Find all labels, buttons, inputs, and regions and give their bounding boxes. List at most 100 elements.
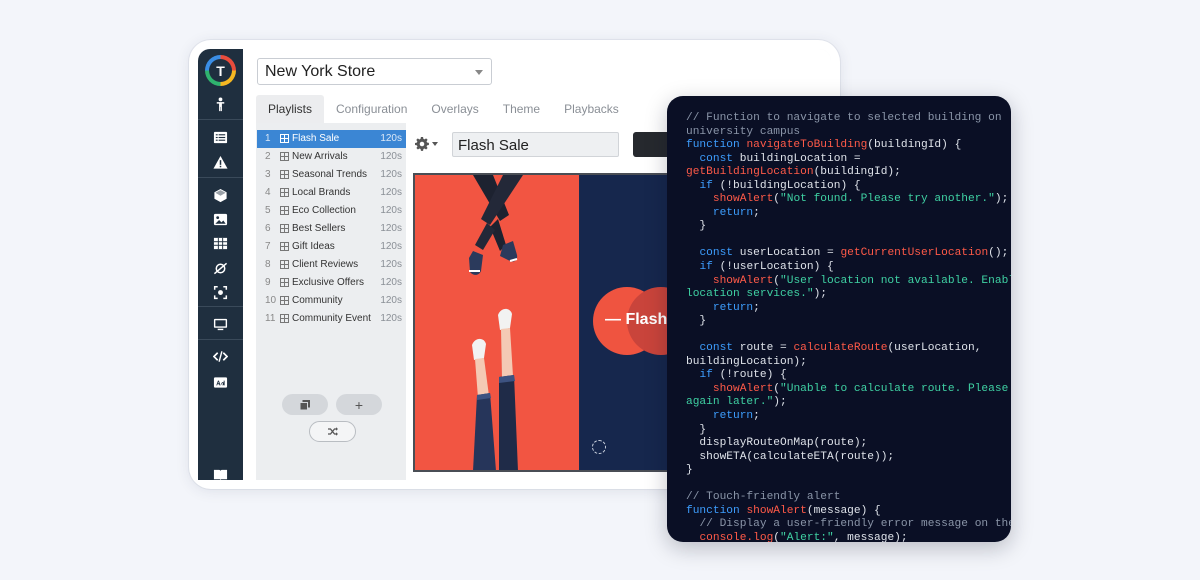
sneakers-image-top [469, 175, 523, 275]
duplicate-button[interactable] [282, 394, 328, 415]
code-token: route = [739, 342, 794, 355]
code-token: } [686, 220, 707, 233]
book-icon[interactable] [211, 465, 229, 480]
code-token: (); [988, 247, 1009, 260]
planet-icon[interactable] [211, 259, 229, 277]
playlist-row-number: 6 [265, 223, 271, 234]
code-icon[interactable] [211, 347, 229, 365]
add-playlist-button[interactable]: + [336, 394, 382, 415]
shuffle-icon [327, 427, 338, 436]
person-icon[interactable] [211, 95, 229, 113]
code-token: function [686, 504, 747, 517]
tab-theme[interactable]: Theme [491, 95, 552, 123]
code-token: const [699, 247, 740, 260]
grid-icon [280, 134, 289, 143]
code-line: if (!route) { [686, 369, 1011, 383]
playlist-row[interactable]: 10 Community 120s [257, 292, 406, 310]
preview-red-panel [415, 175, 580, 470]
code-line: console.log("Alert:", message); [686, 532, 1011, 542]
loading-icon [592, 440, 606, 454]
content-preview[interactable]: — Flash [413, 173, 673, 472]
code-line: return; [686, 207, 1011, 221]
image-icon[interactable] [211, 210, 229, 228]
sneakers-image-bottom [472, 308, 518, 470]
code-token: , message); [833, 531, 908, 542]
code-line: displayRouteOnMap(route); [686, 437, 1011, 451]
code-token: const [699, 342, 740, 355]
store-dropdown[interactable]: New York Store [257, 58, 492, 85]
playlist-row-name: Flash Sale [292, 133, 340, 144]
code-token: navigateToBuilding [746, 139, 868, 152]
scan-icon[interactable] [211, 283, 229, 301]
code-token: again later." [686, 396, 774, 409]
playlist-name-input[interactable]: Flash Sale [452, 132, 619, 157]
playlist-row[interactable]: 2 New Arrivals 120s [257, 148, 406, 166]
tab-playbacks[interactable]: Playbacks [552, 95, 631, 123]
playlist-row[interactable]: 6 Best Sellers 120s [257, 220, 406, 238]
playlist-row-number: 4 [265, 187, 271, 198]
sidebar: T [198, 49, 243, 480]
playlist-row-duration: 120s [380, 295, 402, 306]
plus-icon: + [354, 396, 364, 413]
code-token: showETA(calculateETA(route)); [686, 450, 895, 463]
playlist-row-number: 2 [265, 151, 271, 162]
code-line: const route = calculateRoute(userLocatio… [686, 342, 1011, 356]
app-logo[interactable]: T [205, 55, 236, 86]
alert-icon[interactable] [211, 153, 229, 171]
code-token: // Display a user-friendly error message… [699, 518, 1011, 531]
code-token: } [686, 464, 693, 477]
playlist-row-number: 10 [265, 295, 277, 306]
code-line: // Function to navigate to selected buil… [686, 112, 1011, 126]
code-token: (userLocation, [887, 342, 982, 355]
grid-icon [280, 152, 289, 161]
playlist-row[interactable]: 5 Eco Collection 120s [257, 202, 406, 220]
cube-icon[interactable] [211, 186, 229, 204]
grid-icon[interactable] [211, 234, 229, 252]
playlist-row[interactable]: 8 Client Reviews 120s [257, 256, 406, 274]
tab-bar: Playlists Configuration Overlays Theme P… [256, 95, 631, 123]
code-token: "User location not available. Enable [780, 274, 1011, 287]
tab-overlays[interactable]: Overlays [419, 95, 490, 123]
code-token: // Function to navigate to selected buil… [686, 112, 1002, 124]
code-token: if [699, 369, 720, 382]
playlist-row-name: Local Brands [292, 187, 351, 198]
code-line: } [686, 220, 1011, 234]
playlist-row-number: 11 [265, 313, 276, 324]
playlist-row[interactable]: 3 Seasonal Trends 120s [257, 166, 406, 184]
ad-icon[interactable] [211, 373, 229, 391]
playlist-row-duration: 120s [380, 187, 402, 198]
code-token: getCurrentUserLocation [840, 247, 989, 260]
playlist-row-number: 5 [265, 205, 271, 216]
playlist-row-number: 3 [265, 169, 271, 180]
playlist-row-number: 1 [265, 133, 271, 144]
tab-playlists[interactable]: Playlists [256, 95, 325, 123]
monitor-icon[interactable] [211, 315, 229, 333]
playlist-row[interactable]: 1 Flash Sale 120s [257, 130, 406, 148]
code-line: return; [686, 410, 1011, 424]
shuffle-button[interactable] [309, 421, 356, 442]
code-token: return [712, 301, 754, 314]
playlist-row-name: Community [292, 295, 343, 306]
logo-letter: T [209, 59, 232, 82]
code-token: ( [773, 193, 781, 206]
code-token: (message) { [806, 504, 881, 517]
list-icon[interactable] [211, 128, 229, 146]
code-line: } [686, 315, 1011, 329]
code-token: ); [773, 396, 787, 409]
playlist-row-duration: 120s [380, 277, 402, 288]
tab-configuration[interactable]: Configuration [324, 95, 419, 123]
playlist-row[interactable]: 11 Community Event 120s [257, 310, 406, 328]
code-line: buildingLocation); [686, 356, 1011, 370]
code-line: // Touch-friendly alert [686, 491, 1011, 505]
settings-dropdown[interactable] [415, 135, 441, 153]
code-token: if [699, 261, 720, 274]
playlist-row[interactable]: 7 Gift Ideas 120s [257, 238, 406, 256]
playlist-row[interactable]: 4 Local Brands 120s [257, 184, 406, 202]
playlist-row-number: 8 [265, 259, 271, 270]
grid-icon [280, 224, 289, 233]
playlist-row[interactable]: 9 Exclusive Offers 120s [257, 274, 406, 292]
